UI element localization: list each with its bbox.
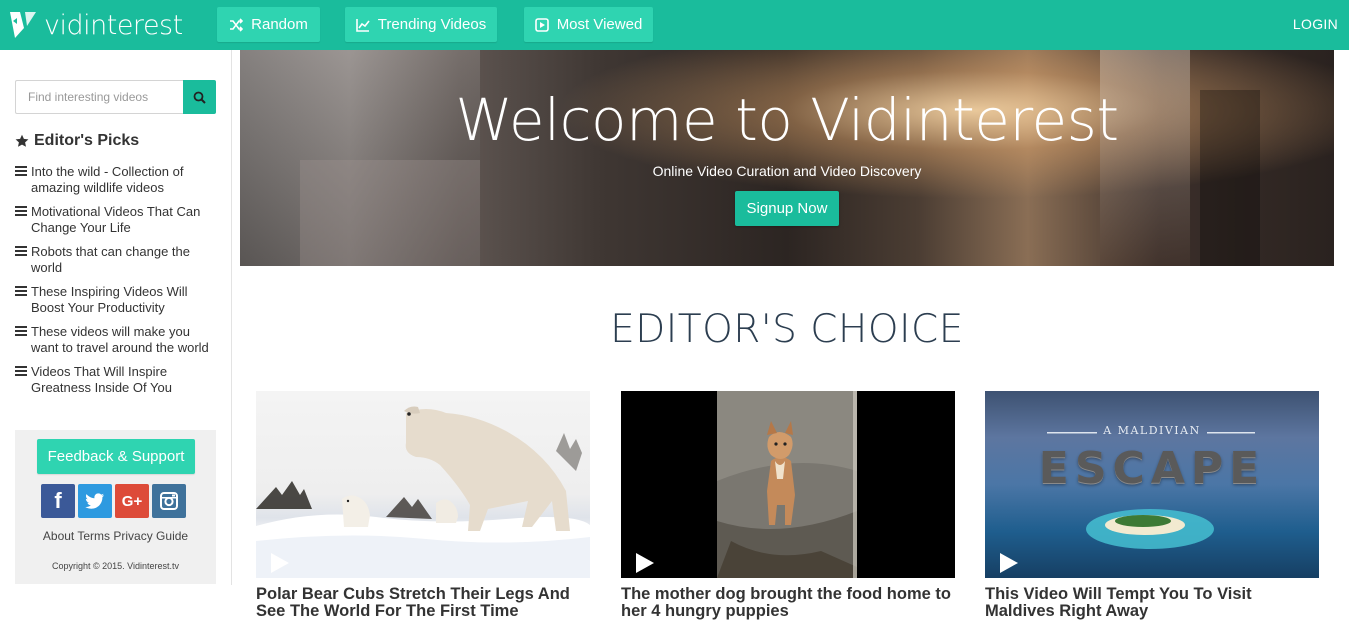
search-icon (193, 91, 206, 104)
list-item[interactable]: Into the wild - Collection of amazing wi… (15, 164, 215, 195)
copyright-text: Copyright © 2015. Vidinterest.tv (51, 561, 180, 571)
search-button[interactable] (183, 80, 216, 114)
hero-subtitle: Online Video Curation and Video Discover… (652, 163, 922, 179)
list-icon (15, 326, 27, 336)
editors-picks-heading: Editor's Picks (15, 132, 139, 150)
list-icon (15, 286, 27, 296)
video-title[interactable]: The mother dog brought the food home to … (621, 586, 955, 620)
search-bar (15, 80, 216, 114)
logo-icon (8, 8, 38, 42)
hero-banner: Welcome to Vidinterest Online Video Cura… (240, 50, 1334, 266)
shuffle-icon (230, 17, 244, 32)
play-icon (636, 553, 654, 573)
trending-videos-button[interactable]: Trending Videos (345, 7, 497, 42)
login-link[interactable]: LOGIN (1293, 16, 1338, 32)
video-card[interactable]: A MALDIVIAN ESCAPE This Video Will Tempt… (985, 391, 1319, 620)
video-thumbnail[interactable] (621, 391, 955, 578)
twitter-icon[interactable] (78, 484, 112, 518)
editors-picks-list: Into the wild - Collection of amazing wi… (15, 164, 215, 404)
video-thumbnail[interactable] (256, 391, 590, 578)
thumbnail-caption-top: A MALDIVIAN (1103, 424, 1201, 437)
feedback-support-button[interactable]: Feedback & Support (37, 439, 195, 474)
list-item[interactable]: These Inspiring Videos Will Boost Your P… (15, 284, 215, 315)
list-icon (15, 366, 27, 376)
play-icon (1000, 553, 1018, 573)
play-square-icon (534, 17, 549, 32)
editors-choice-heading: EDITOR'S CHOICE (610, 307, 964, 352)
video-card[interactable]: The mother dog brought the food home to … (621, 391, 955, 620)
most-viewed-button[interactable]: Most Viewed (524, 7, 653, 42)
star-icon (15, 134, 29, 147)
footer-links[interactable]: About Terms Privacy Guide (15, 529, 216, 543)
list-icon (15, 206, 27, 216)
hero-title: Welcome to Vidinterest (455, 86, 1119, 154)
video-card[interactable]: Polar Bear Cubs Stretch Their Legs And S… (256, 391, 590, 620)
list-icon (15, 166, 27, 176)
logo-text: vidinterest (44, 9, 183, 41)
signup-button[interactable]: Signup Now (735, 191, 839, 226)
list-item[interactable]: These videos will make you want to trave… (15, 324, 215, 355)
video-title[interactable]: This Video Will Tempt You To Visit Maldi… (985, 586, 1319, 620)
logo[interactable]: vidinterest (8, 8, 183, 42)
social-links: f G+ (41, 484, 186, 518)
sidebar: Editor's Picks Into the wild - Collectio… (0, 50, 232, 585)
video-title[interactable]: Polar Bear Cubs Stretch Their Legs And S… (256, 586, 590, 620)
google-plus-icon[interactable]: G+ (115, 484, 149, 518)
list-item[interactable]: Motivational Videos That Can Change Your… (15, 204, 215, 235)
random-button[interactable]: Random (217, 7, 320, 42)
video-thumbnail[interactable]: A MALDIVIAN ESCAPE (985, 391, 1319, 578)
play-icon (271, 553, 289, 573)
list-icon (15, 246, 27, 256)
top-navbar: vidinterest Random Trending Videos Most … (0, 0, 1349, 50)
list-item[interactable]: Robots that can change the world (15, 244, 215, 275)
thumbnail-caption-main: ESCAPE (1038, 443, 1266, 494)
facebook-icon[interactable]: f (41, 484, 75, 518)
search-input[interactable] (15, 80, 183, 114)
list-item[interactable]: Videos That Will Inspire Greatness Insid… (15, 364, 215, 395)
chart-line-icon (355, 18, 370, 32)
support-box: Feedback & Support f G+ About Terms Priv… (15, 430, 216, 584)
instagram-icon[interactable] (152, 484, 186, 518)
